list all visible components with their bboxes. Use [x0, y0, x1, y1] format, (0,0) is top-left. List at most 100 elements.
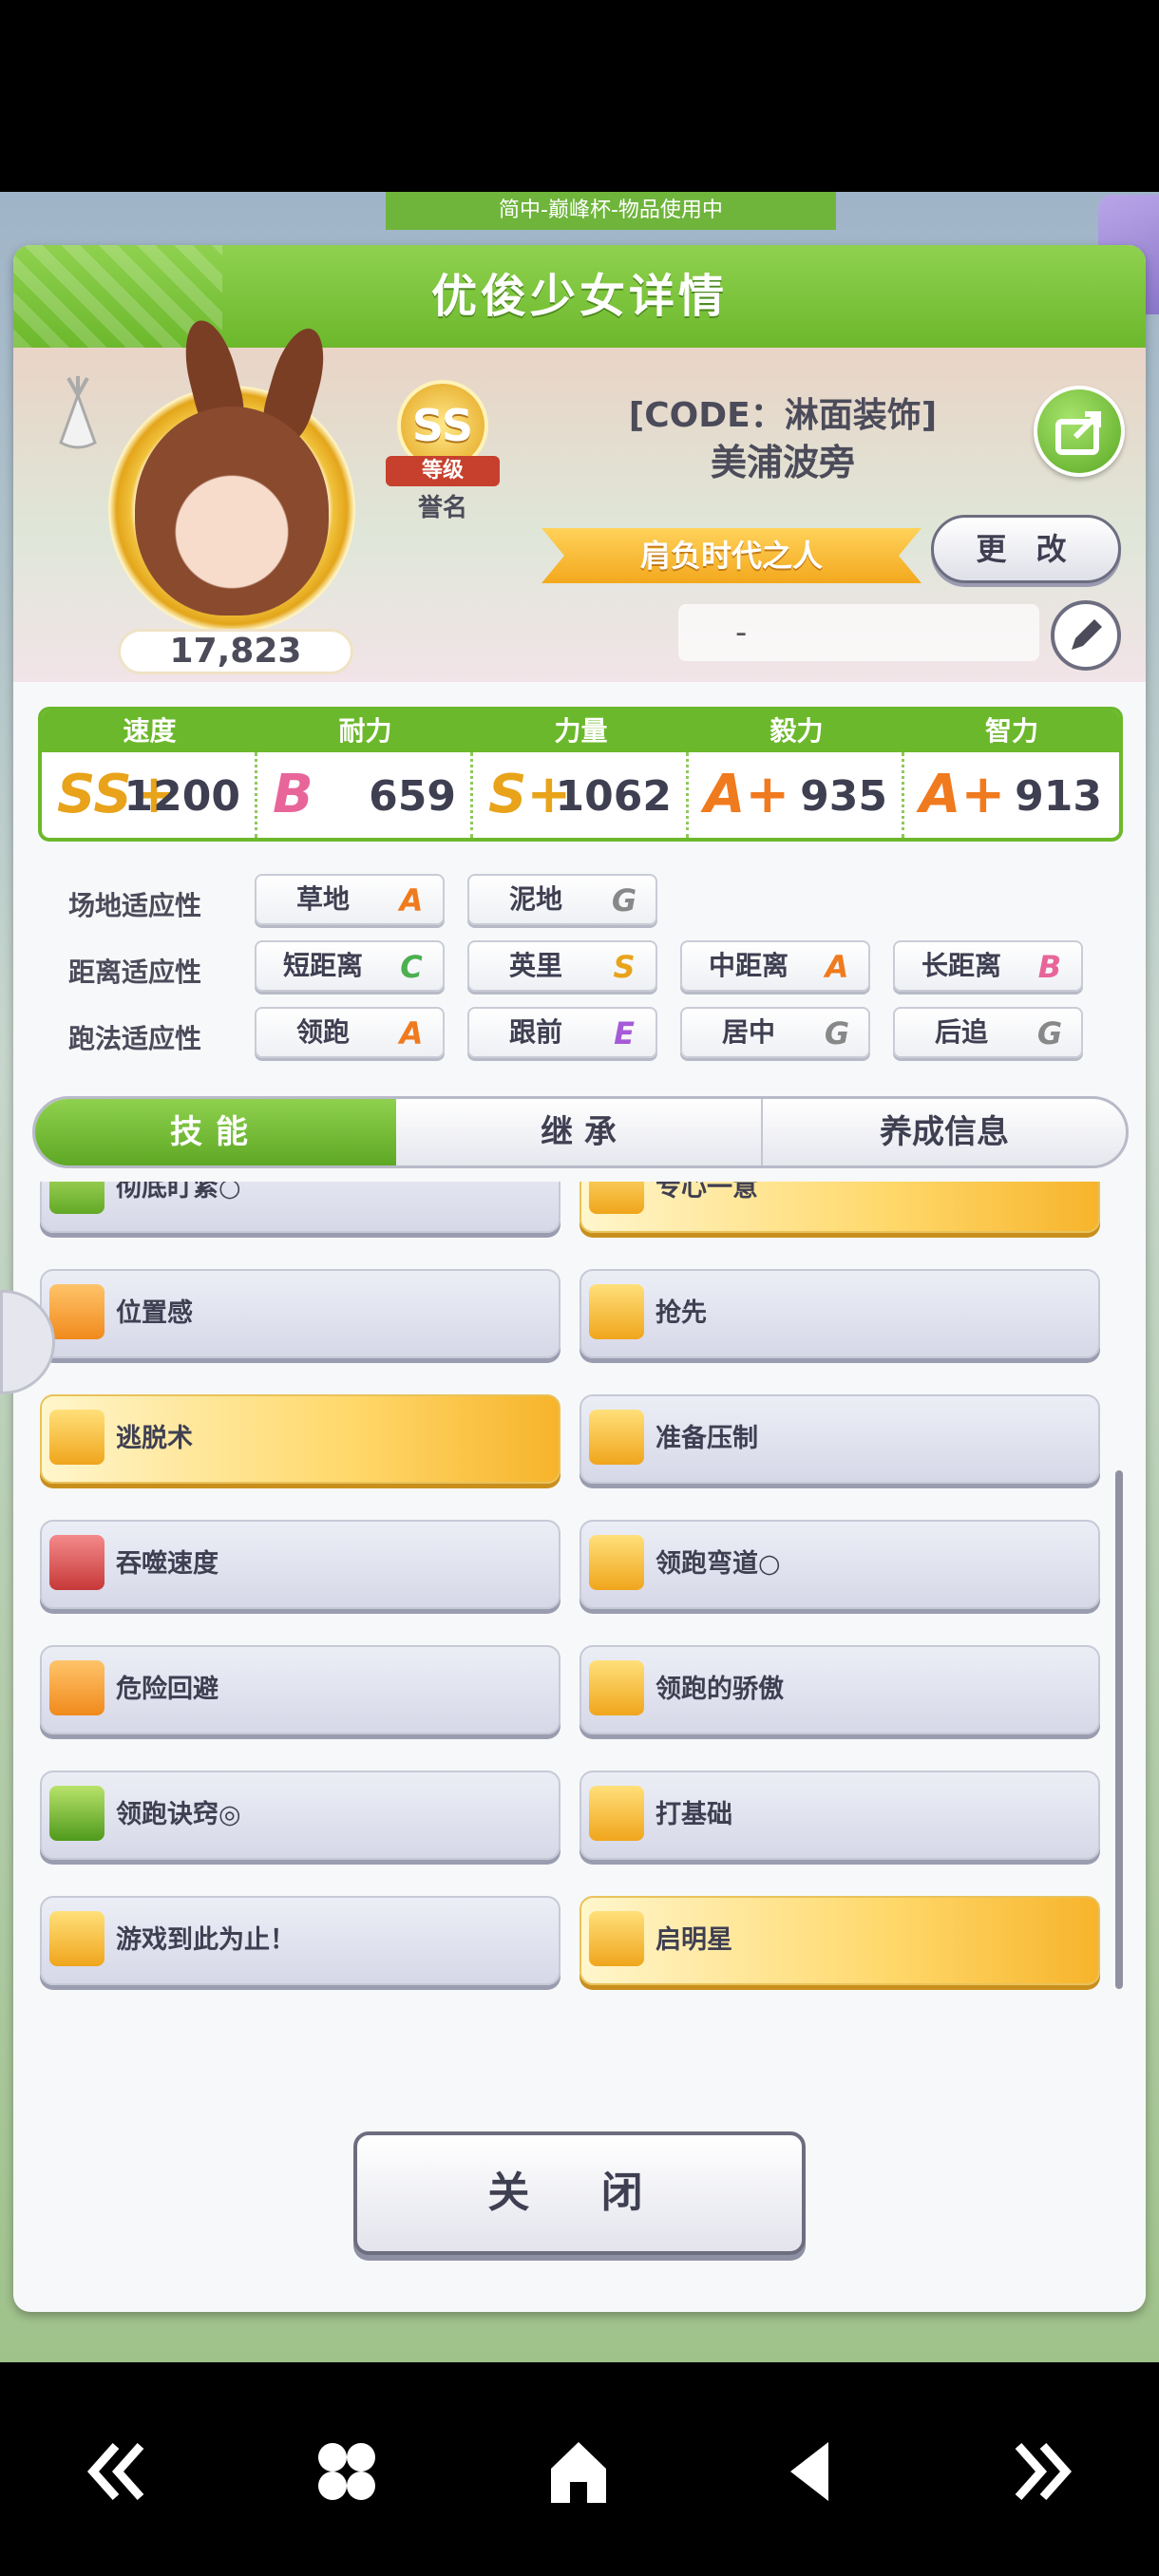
stat-value: 1200 — [124, 772, 240, 821]
position-arrow-icon — [49, 1660, 104, 1715]
skill-card[interactable]: 领跑诀窍◎ — [40, 1771, 560, 1860]
epithet-banner: 肩负时代之人 — [542, 528, 922, 583]
skill-card[interactable]: 领跑弯道○ — [580, 1520, 1100, 1609]
aptitude-name: 领跑 — [295, 1016, 350, 1048]
comment-field: - — [678, 604, 1039, 661]
skill-card[interactable]: 吞噬速度 — [40, 1520, 560, 1609]
skill-card[interactable]: 打基础 — [580, 1771, 1100, 1860]
aptitude-front: 领跑 A — [255, 1007, 445, 1058]
aptitude-grade: S — [613, 949, 636, 985]
skill-name: 启明星 — [656, 1925, 732, 1955]
aptitude-grade: A — [825, 949, 849, 985]
skill-card[interactable]: 彻底盯紧○ — [40, 1182, 560, 1233]
running-speed-icon — [589, 1284, 644, 1339]
skill-name: 彻底盯紧○ — [116, 1182, 241, 1203]
aptitude-name: 英里 — [508, 950, 562, 981]
change-button[interactable]: 更 改 — [931, 515, 1121, 583]
stat-wisdom: 智力 A+ 913 — [904, 710, 1119, 838]
share-button[interactable] — [1034, 386, 1125, 477]
stat-label: 耐力 — [257, 710, 473, 752]
aptitude-pace: 跟前 E — [467, 1007, 657, 1058]
status-banner: 简中-巅峰杯-物品使用中 — [386, 192, 836, 230]
style-aptitude-label: 跑法适应性 — [68, 1023, 202, 1054]
character-title: [CODE：淋面装饰] — [628, 396, 938, 435]
pencil-icon — [1072, 619, 1102, 650]
tab-training-info[interactable]: 养成信息 — [763, 1099, 1126, 1165]
aptitude-grade: G — [824, 1015, 850, 1051]
aptitude-grade: C — [400, 949, 423, 985]
home-icon[interactable] — [536, 2429, 621, 2514]
running-speed-icon — [589, 1535, 644, 1590]
character-name: 美浦波旁 — [710, 442, 855, 483]
rank-ribbon: 等级 — [386, 456, 500, 486]
book-icon — [49, 1786, 104, 1841]
skill-name: 危险回避 — [116, 1675, 218, 1704]
skill-name: 领跑弯道○ — [656, 1549, 781, 1579]
aptitude-sprint: 短距离 C — [255, 940, 445, 992]
aptitude-turf: 草地 A — [255, 874, 445, 925]
skill-card[interactable]: 专心一意 — [580, 1182, 1100, 1233]
skill-name: 抢先 — [656, 1298, 707, 1328]
track-aptitude-label: 场地适应性 — [68, 890, 202, 921]
share-icon — [1055, 411, 1101, 455]
aptitude-grade: E — [614, 1015, 635, 1051]
aptitude-mile: 英里 S — [467, 940, 657, 992]
skill-card[interactable]: 启明星 — [580, 1896, 1100, 1985]
stat-label: 毅力 — [689, 710, 904, 752]
navigation-bar — [0, 2362, 1159, 2576]
skill-card[interactable]: 领跑的骄傲 — [580, 1645, 1100, 1734]
position-arrow-icon — [49, 1284, 104, 1339]
skill-list[interactable]: 彻底盯紧○ 专心一意 位置感 抢先 逃脱术 准备压制 吞噬速度 领跑弯道○ 危险… — [27, 1182, 1132, 2074]
stat-value: 913 — [1015, 772, 1102, 821]
skill-name: 位置感 — [116, 1298, 193, 1328]
stat-speed: 速度 SS+ 1200 — [42, 710, 257, 838]
rank-badge: SS 等级 — [386, 380, 500, 486]
skill-name: 逃脱术 — [116, 1424, 193, 1453]
aptitude-grade: G — [611, 882, 637, 919]
skill-name: 游戏到此为止！ — [116, 1925, 295, 1955]
skill-card[interactable]: 逃脱术 — [40, 1394, 560, 1484]
skill-card[interactable]: 抢先 — [580, 1269, 1100, 1358]
debuff-speed-icon — [49, 1535, 104, 1590]
dialog-title: 优俊少女详情 — [430, 270, 728, 323]
running-speed-icon — [589, 1911, 644, 1966]
skill-name: 专心一意 — [656, 1182, 758, 1203]
aptitude-dirt: 泥地 G — [467, 874, 657, 925]
aptitude-name: 居中 — [721, 1016, 775, 1048]
rank-subtitle: 誉名 — [417, 494, 467, 522]
skill-card[interactable]: 位置感 — [40, 1269, 560, 1358]
stat-value: 1062 — [555, 772, 672, 821]
skill-card[interactable]: 准备压制 — [580, 1394, 1100, 1484]
skill-card[interactable]: 游戏到此为止！ — [40, 1896, 560, 1985]
running-speed-icon — [49, 1410, 104, 1465]
tab-inheritance[interactable]: 继 承 — [396, 1099, 761, 1165]
back-triangle-icon[interactable] — [770, 2429, 855, 2514]
aptitude-end: 后追 G — [893, 1007, 1083, 1058]
stat-grade: A+ — [704, 764, 790, 825]
edit-comment-button[interactable] — [1051, 600, 1121, 671]
aptitude-grade: B — [1037, 949, 1062, 985]
skill-card[interactable]: 危险回避 — [40, 1645, 560, 1734]
skill-name: 打基础 — [656, 1800, 732, 1829]
skill-name: 领跑的骄傲 — [656, 1675, 784, 1704]
skill-list-scrollbar[interactable] — [1115, 1470, 1123, 1989]
close-button[interactable]: 关 闭 — [353, 2131, 806, 2255]
aptitude-name: 中距离 — [708, 950, 788, 981]
aptitude-late: 居中 G — [680, 1007, 870, 1058]
double-left-icon[interactable] — [74, 2429, 160, 2514]
double-right-icon[interactable] — [999, 2429, 1085, 2514]
aptitude-name: 跟前 — [508, 1016, 562, 1048]
aptitude-long: 长距离 B — [893, 940, 1083, 992]
aptitude-name: 短距离 — [282, 950, 363, 981]
aptitude-grade: A — [399, 882, 424, 919]
stat-value: 659 — [369, 772, 456, 821]
stat-guts: 毅力 A+ 935 — [689, 710, 904, 838]
umamusume-detail-dialog: 优俊少女详情 17,823 SS 等级 誉名 [CODE：淋面装饰] 美浦波旁 … — [13, 245, 1146, 2312]
detail-tabs: 技能 继 承 养成信息 — [32, 1096, 1129, 1168]
apps-icon[interactable] — [304, 2429, 390, 2514]
stat-label: 速度 — [42, 710, 257, 752]
skill-name: 吞噬速度 — [116, 1549, 218, 1579]
tab-skills[interactable]: 技能 — [35, 1099, 396, 1165]
gate-icon — [589, 1182, 644, 1214]
dialog-header: 优俊少女详情 — [13, 245, 1146, 348]
